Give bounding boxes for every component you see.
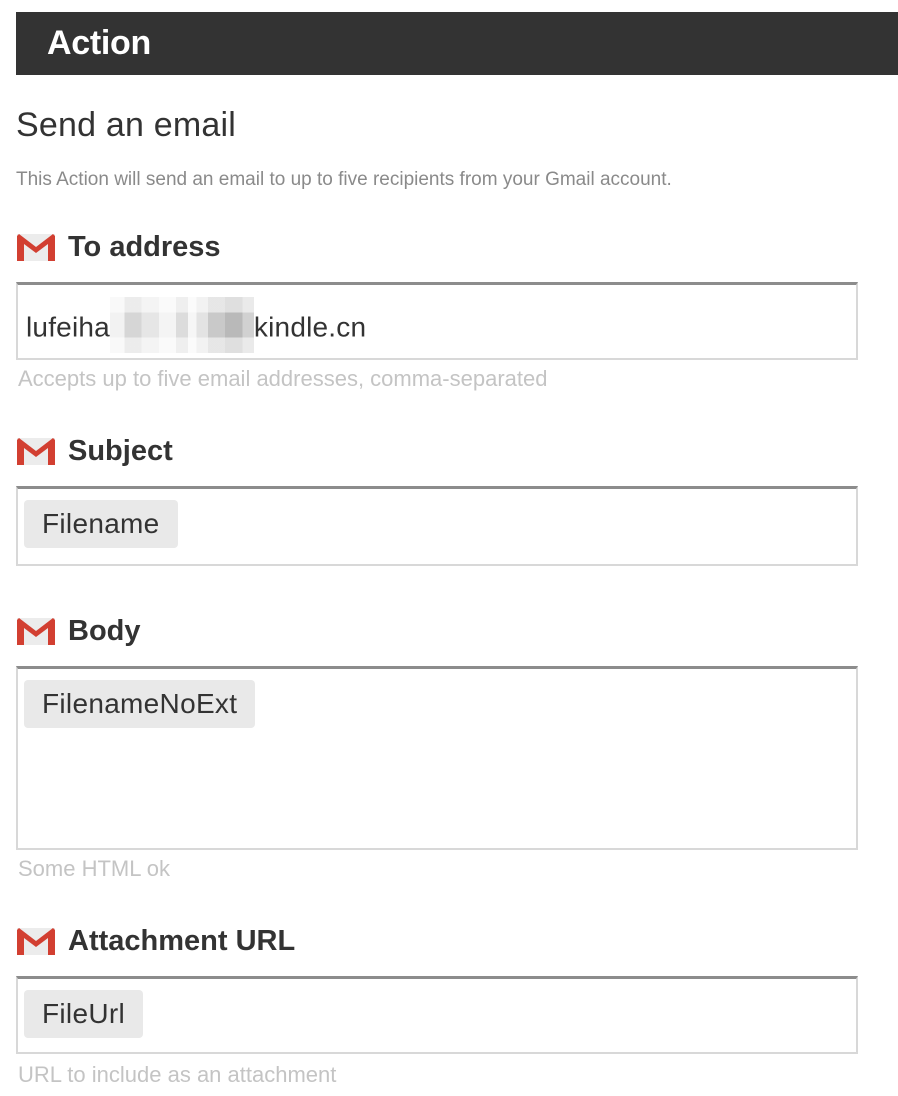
gmail-icon [17, 618, 55, 645]
section-header: Action [16, 12, 898, 75]
gmail-icon [17, 438, 55, 465]
to-address-value-end: kindle.cn [253, 311, 367, 343]
attachment-url-label: Attachment URL [17, 925, 295, 958]
to-address-value-start: lufeiha [26, 311, 110, 343]
section-header-title: Action [47, 24, 151, 62]
subject-label-text: Subject [68, 435, 173, 467]
redacted-region [109, 297, 254, 353]
to-address-label-text: To address [68, 231, 221, 263]
body-label-text: Body [68, 615, 141, 647]
body-label: Body [17, 615, 141, 648]
to-address-value: lufeiha kindle.cn [26, 297, 367, 357]
body-help: Some HTML ok [18, 856, 171, 881]
subject-input[interactable]: Filename [16, 486, 858, 566]
to-address-label: To address [17, 231, 221, 264]
body-textarea[interactable]: FilenameNoExt [16, 666, 858, 850]
subject-label: Subject [17, 435, 173, 468]
attachment-url-label-text: Attachment URL [68, 925, 296, 957]
gmail-icon [17, 928, 55, 955]
ingredient-pill-file-url[interactable]: FileUrl [24, 990, 143, 1038]
ingredient-pill-filename-no-ext[interactable]: FilenameNoExt [24, 680, 256, 728]
ingredient-pill-filename[interactable]: Filename [24, 500, 178, 548]
attachment-url-help: URL to include as an attachment [18, 1062, 337, 1087]
to-address-input[interactable]: lufeiha kindle.cn [16, 282, 858, 360]
gmail-icon [17, 234, 55, 261]
attachment-url-input[interactable]: FileUrl [16, 976, 858, 1054]
to-address-help: Accepts up to five email addresses, comm… [18, 366, 548, 391]
action-title: Send an email [16, 106, 236, 144]
action-description: This Action will send an email to up to … [16, 169, 672, 190]
